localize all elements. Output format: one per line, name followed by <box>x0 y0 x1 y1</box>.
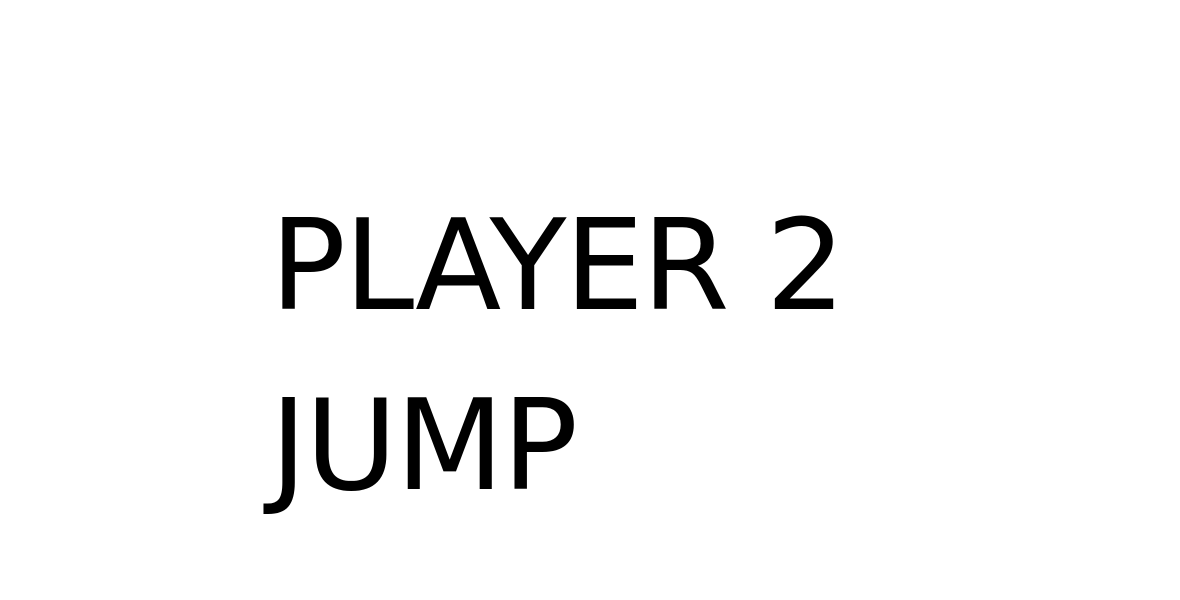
game-screen: PLAYER 2 JUMP <box>0 0 1180 600</box>
player-label: PLAYER 2 <box>270 192 846 339</box>
action-label: JUMP <box>270 372 578 519</box>
player-prompt: PLAYER 2 JUMP <box>270 176 846 536</box>
